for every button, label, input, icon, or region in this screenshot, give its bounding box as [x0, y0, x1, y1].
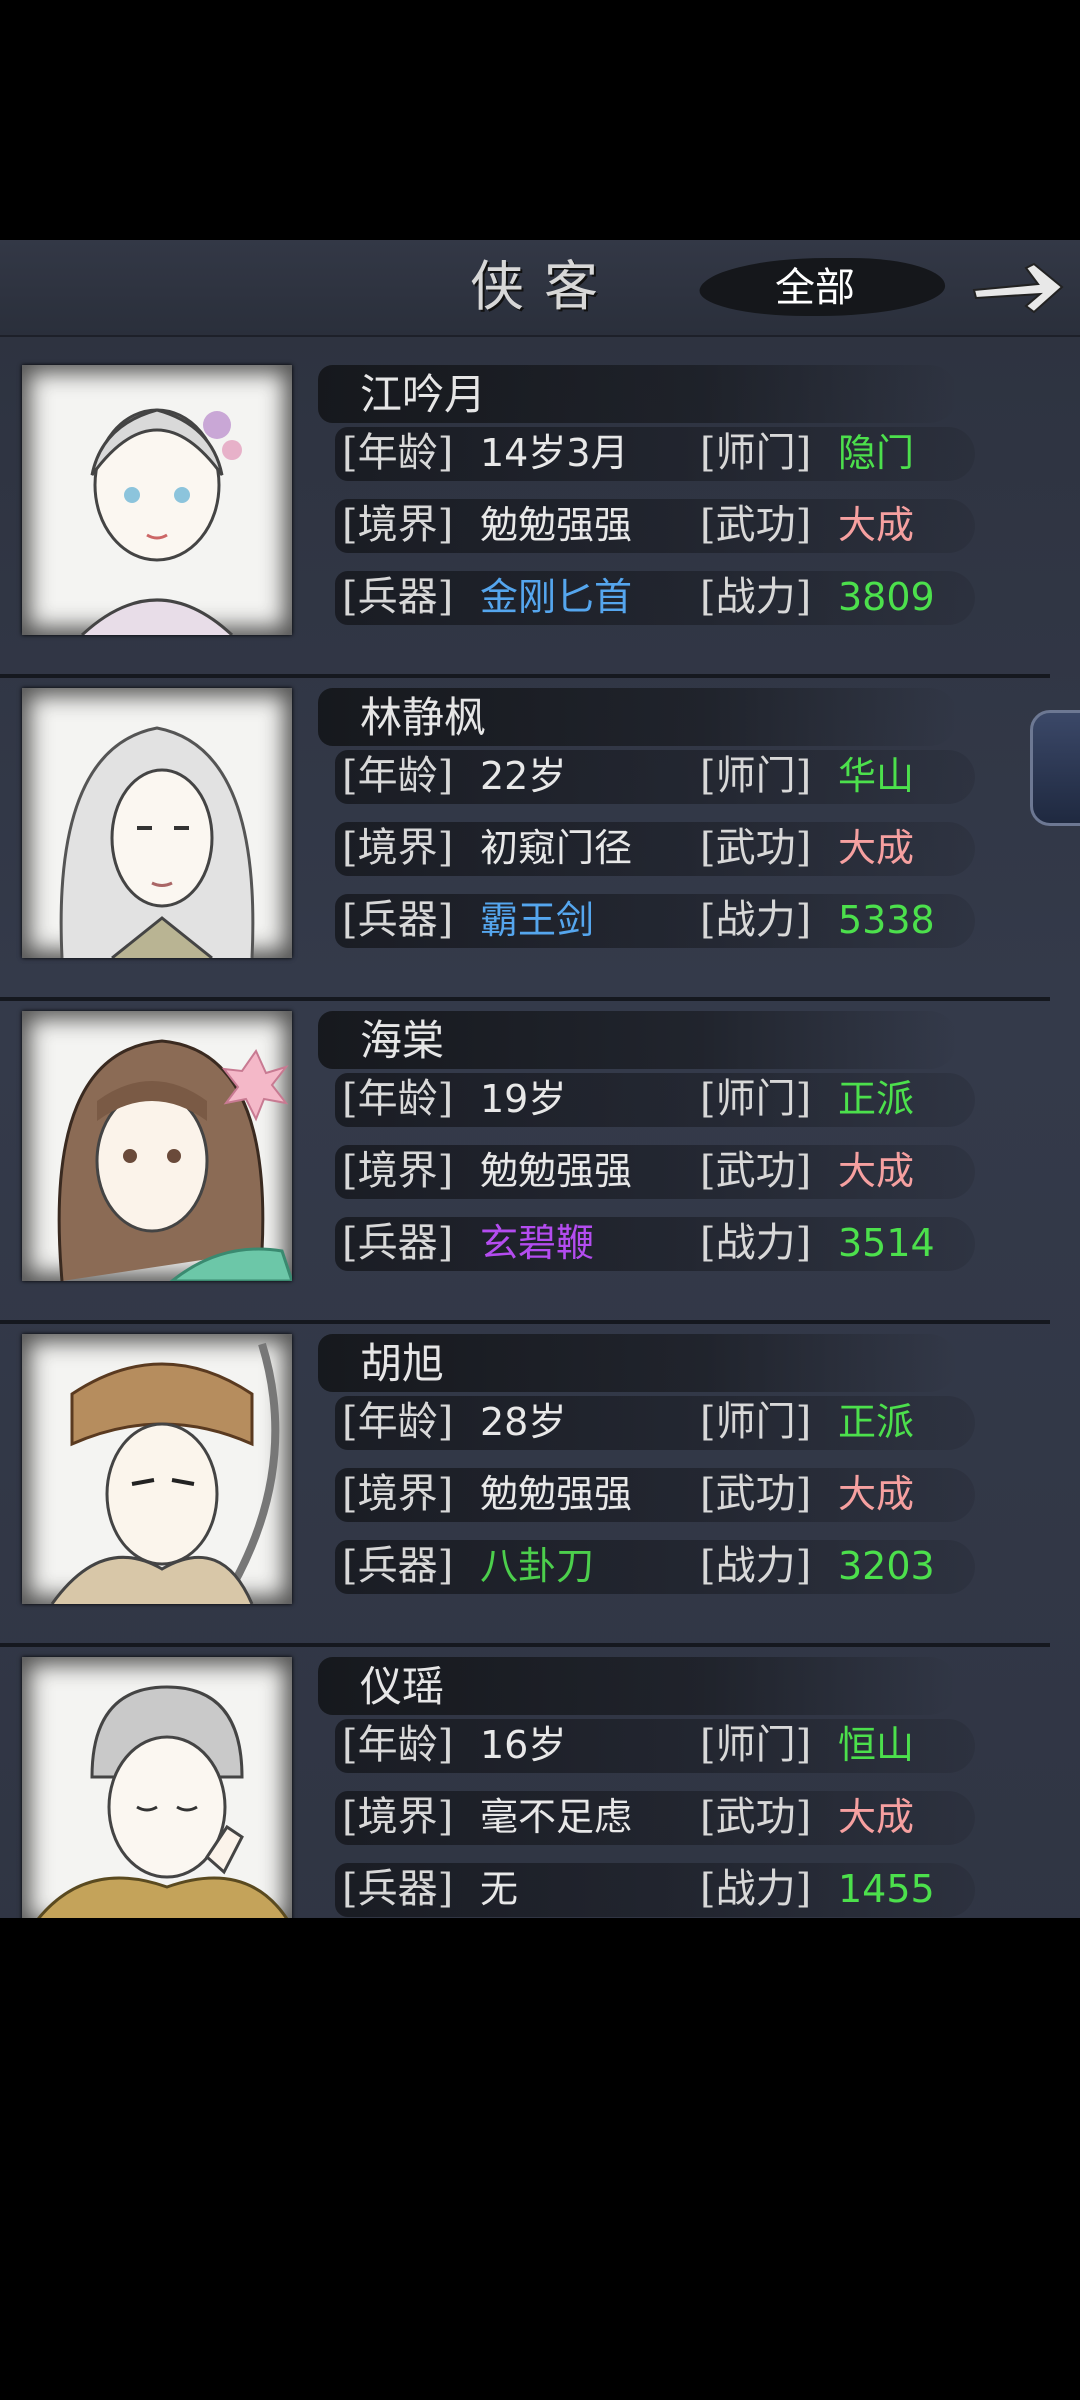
sect-value: 恒山: [838, 1723, 915, 1767]
power-value: 5338: [838, 898, 935, 942]
power-value: 3203: [838, 1544, 935, 1588]
martial-label: [武功]: [700, 1794, 812, 1840]
hero-name: 胡旭: [360, 1339, 445, 1388]
weapon-label: [兵器]: [342, 897, 454, 943]
realm-label: [境界]: [342, 502, 454, 548]
sect-label: [师门]: [700, 1722, 812, 1768]
power-value: 3514: [838, 1221, 935, 1265]
martial-value: 大成: [838, 826, 915, 870]
weapon-label: [兵器]: [342, 1866, 454, 1912]
realm-label: [境界]: [342, 1471, 454, 1517]
age-value: 16岁: [480, 1723, 567, 1767]
weapon-label: [兵器]: [342, 1220, 454, 1266]
martial-value: 大成: [838, 503, 915, 547]
realm-value: 毫不足虑: [480, 1795, 633, 1839]
martial-value: 大成: [838, 1795, 915, 1839]
sect-value: 正派: [838, 1077, 915, 1121]
hero-name: 仪瑶: [360, 1662, 445, 1711]
female-hairpin-portrait: [22, 365, 292, 635]
power-label: [战力]: [700, 1220, 812, 1266]
sect-label: [师门]: [700, 430, 812, 476]
long-hair-swordsman-portrait: [22, 688, 292, 958]
power-value: 1455: [838, 1867, 935, 1911]
power-label: [战力]: [700, 1866, 812, 1912]
age-value: 28岁: [480, 1400, 567, 1444]
power-label: [战力]: [700, 897, 812, 943]
age-label: [年龄]: [342, 1076, 454, 1122]
realm-value: 勉勉强强: [480, 1472, 633, 1516]
bottom-blank: [0, 1918, 1080, 2160]
realm-label: [境界]: [342, 825, 454, 871]
sect-value: 华山: [838, 754, 915, 798]
arrow-right-icon[interactable]: [968, 254, 1068, 320]
hero-card[interactable]: 胡旭 [年龄] 28岁 [境界] 勉勉强强 [兵器] 八卦刀 [师门] 正派 [武功] 大成 [战力]…: [0, 1324, 1050, 1647]
sect-label: [师门]: [700, 1076, 812, 1122]
realm-label: [境界]: [342, 1794, 454, 1840]
fur-hat-swordsman-portrait: [22, 1334, 292, 1604]
age-label: [年龄]: [342, 430, 454, 476]
weapon-value: 八卦刀: [480, 1544, 595, 1588]
header-bar: 侠客 全部: [0, 240, 1080, 337]
hero-card[interactable]: 江吟月 [年龄] 14岁3月 [境界] 勉勉强强 [兵器] 金刚匕首 [师门] 隐门 [武功] 大成…: [0, 355, 1050, 678]
filter-button[interactable]: 全部: [740, 262, 890, 314]
age-label: [年龄]: [342, 1722, 454, 1768]
weapon-value: 无: [480, 1867, 519, 1911]
weapon-label: [兵器]: [342, 574, 454, 620]
realm-value: 初窥门径: [480, 826, 633, 870]
sect-value: 正派: [838, 1400, 915, 1444]
age-value: 22岁: [480, 754, 567, 798]
weapon-value: 金刚匕首: [480, 575, 633, 619]
power-value: 3809: [838, 575, 935, 619]
weapon-value: 玄碧鞭: [480, 1221, 595, 1265]
age-value: 19岁: [480, 1077, 567, 1121]
martial-label: [武功]: [700, 1148, 812, 1194]
age-label: [年龄]: [342, 753, 454, 799]
realm-value: 勉勉强强: [480, 1149, 633, 1193]
hero-card[interactable]: 海棠 [年龄] 19岁 [境界] 勉勉强强 [兵器] 玄碧鞭 [师门] 正派 [武功] 大成 [战力]…: [0, 1001, 1050, 1324]
power-label: [战力]: [700, 574, 812, 620]
flower-braid-woman-portrait: [22, 1011, 292, 1281]
martial-value: 大成: [838, 1149, 915, 1193]
weapon-value: 霸王剑: [480, 898, 595, 942]
sect-label: [师门]: [700, 1399, 812, 1445]
power-label: [战力]: [700, 1543, 812, 1589]
age-value: 14岁3月: [480, 431, 629, 475]
hero-name: 江吟月: [360, 370, 487, 419]
age-label: [年龄]: [342, 1399, 454, 1445]
martial-label: [武功]: [700, 1471, 812, 1517]
hero-list[interactable]: 江吟月 [年龄] 14岁3月 [境界] 勉勉强强 [兵器] 金刚匕首 [师门] 隐门 [武功] 大成…: [0, 355, 1080, 2151]
hero-list-screen: 侠客 全部 江吟月 [年龄] 14岁3月 [境界] 勉勉强强 [兵器] 金刚匕首 [师门] 隐门…: [0, 240, 1080, 2158]
hero-card[interactable]: 林静枫 [年龄] 22岁 [境界] 初窥门径 [兵器] 霸王剑 [师门] 华山 [武功] 大成 [战力…: [0, 678, 1050, 1001]
martial-value: 大成: [838, 1472, 915, 1516]
martial-label: [武功]: [700, 825, 812, 871]
realm-label: [境界]: [342, 1148, 454, 1194]
sect-label: [师门]: [700, 753, 812, 799]
page-title: 侠客: [470, 255, 618, 318]
hero-name: 林静枫: [360, 693, 487, 742]
side-drawer-tab[interactable]: [1030, 710, 1080, 826]
hero-name: 海棠: [360, 1016, 445, 1065]
martial-label: [武功]: [700, 502, 812, 548]
realm-value: 勉勉强强: [480, 503, 633, 547]
sect-value: 隐门: [838, 431, 915, 475]
nun-praying-portrait: [22, 1657, 292, 1927]
weapon-label: [兵器]: [342, 1543, 454, 1589]
